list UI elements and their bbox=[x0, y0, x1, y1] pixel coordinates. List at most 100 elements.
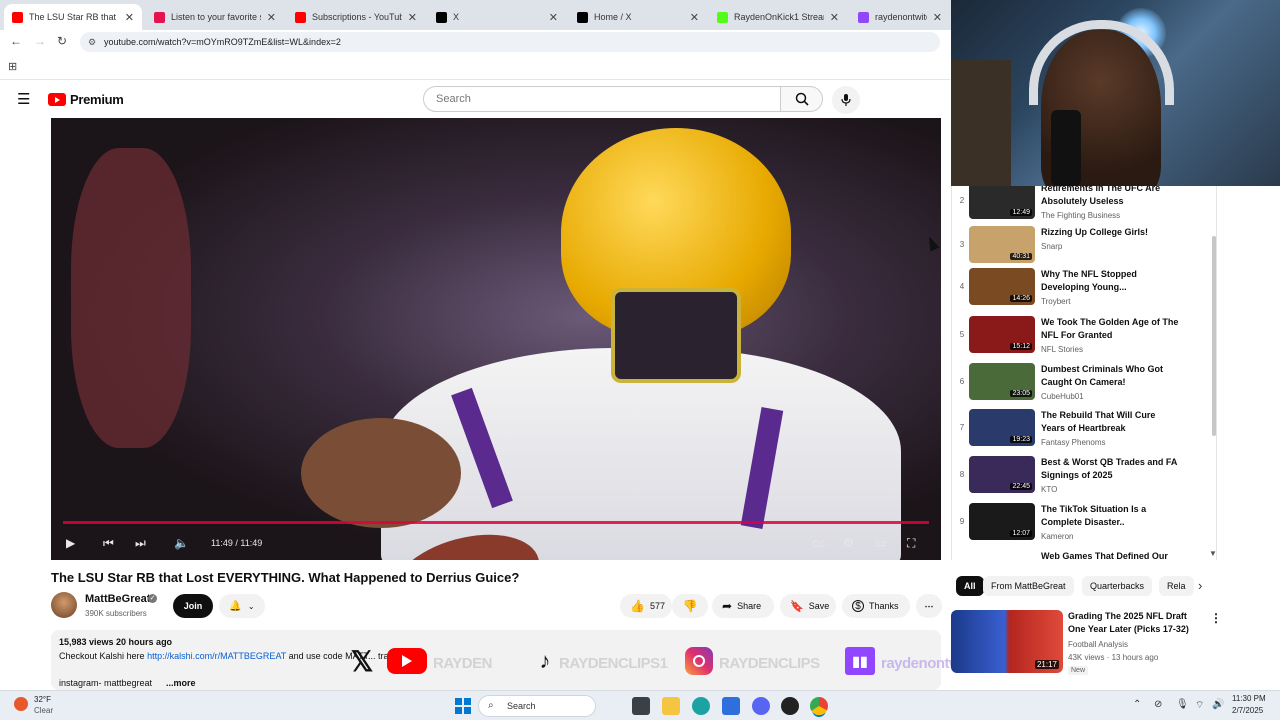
more-vertical-icon[interactable]: ⋮ bbox=[1210, 611, 1222, 625]
chevron-right-icon[interactable]: › bbox=[1198, 578, 1202, 593]
dislike-button[interactable]: 👎 bbox=[672, 594, 708, 618]
file-explorer-icon[interactable] bbox=[662, 697, 680, 715]
theater-mode-icon[interactable]: ▭ bbox=[875, 536, 886, 550]
browser-tab[interactable]: RaydenOnKick1 Stream - V ✕ bbox=[709, 4, 847, 30]
clock-time[interactable]: 11:30 PM bbox=[1232, 694, 1266, 703]
clock-date[interactable]: 2/7/2025 bbox=[1232, 706, 1263, 715]
apps-grid-icon[interactable]: ⊞ bbox=[8, 60, 17, 73]
close-tab-icon[interactable]: ✕ bbox=[408, 11, 417, 24]
share-button[interactable]: ➦ Share bbox=[712, 594, 774, 618]
playlist-item-title[interactable]: Web Games That Defined Our bbox=[1041, 550, 1181, 560]
playlist-item[interactable]: Web Games That Defined Our bbox=[952, 550, 1208, 560]
play-icon[interactable]: ▶ bbox=[66, 536, 75, 550]
playlist-scrollbar[interactable] bbox=[1212, 186, 1217, 560]
playlist-item-title[interactable]: Retirements In The UFC Are Absolutely Us… bbox=[1041, 186, 1181, 208]
playlist-item-thumbnail[interactable]: 15:12 bbox=[969, 316, 1035, 353]
windows-start-icon[interactable] bbox=[455, 698, 471, 714]
channel-name[interactable]: MattBeGreat bbox=[85, 593, 150, 605]
search-input[interactable]: Search bbox=[423, 86, 781, 112]
taskbar-search[interactable]: ⌕ Search bbox=[478, 695, 596, 717]
browser-tab[interactable]: X ✕ bbox=[428, 4, 566, 30]
video-progress-bar[interactable] bbox=[63, 521, 929, 524]
playlist-item-thumbnail[interactable]: 12:07 bbox=[969, 503, 1035, 540]
browser-tab[interactable]: Listen to your favorite son ✕ bbox=[146, 4, 284, 30]
camera-off-icon[interactable]: ⊘ bbox=[1154, 699, 1162, 710]
edge-icon[interactable] bbox=[692, 697, 710, 715]
filter-chip[interactable]: All bbox=[956, 576, 984, 596]
playlist-item[interactable]: 8 22:45 Best & Worst QB Trades and FA Sign… bbox=[952, 456, 1208, 502]
store-icon[interactable] bbox=[722, 697, 740, 715]
playlist-scrollbar-thumb[interactable] bbox=[1212, 236, 1216, 436]
playlist-item-title[interactable]: Dumbest Criminals Who Got Caught On Came… bbox=[1041, 363, 1181, 389]
playlist-item[interactable]: 2 12:49 Retirements In The UFC Are Absolut… bbox=[952, 186, 1208, 228]
next-icon[interactable]: ⏭ bbox=[135, 536, 146, 551]
forward-icon[interactable]: → bbox=[34, 34, 46, 48]
playlist-item-thumbnail[interactable]: 22:45 bbox=[969, 456, 1035, 493]
playlist-scroll-down-icon[interactable]: ▼ bbox=[1209, 549, 1217, 558]
recommendation-title[interactable]: Grading The 2025 NFL Draft One Year Late… bbox=[1068, 610, 1198, 636]
playlist-item-title[interactable]: The Rebuild That Will Cure Years of Hear… bbox=[1041, 409, 1181, 435]
chrome-icon[interactable] bbox=[810, 697, 828, 715]
playlist-item-thumbnail[interactable]: 23:05 bbox=[969, 363, 1035, 400]
playlist-item-thumbnail[interactable]: 12:49 bbox=[969, 186, 1035, 219]
browser-tab[interactable]: raydenontwitch2 - Tw ✕ bbox=[850, 4, 950, 30]
playlist-item-title[interactable]: We Took The Golden Age of The NFL For Gr… bbox=[1041, 316, 1181, 342]
weather-icon[interactable] bbox=[14, 697, 28, 711]
network-icon[interactable]: ⌔ bbox=[1195, 699, 1204, 712]
settings-gear-icon[interactable]: ⚙ bbox=[843, 536, 854, 550]
more-actions-button[interactable]: ⋯ bbox=[916, 594, 942, 618]
obs-icon[interactable] bbox=[781, 697, 799, 715]
playlist-item-title[interactable]: The TikTok Situation Is a Complete Disas… bbox=[1041, 503, 1181, 529]
recommendation-thumbnail[interactable]: 21:17 bbox=[951, 610, 1063, 673]
filter-chip[interactable]: Rela bbox=[1159, 576, 1194, 596]
description-link[interactable]: http://kalshi.com/r/MATTBEGREAT bbox=[147, 651, 286, 661]
menu-icon[interactable]: ☰ bbox=[17, 90, 30, 108]
close-tab-icon[interactable]: ✕ bbox=[549, 11, 558, 24]
video-player[interactable]: ▶ ⏮ ⏭ 🔈 11:49 / 11:49 CC ⚙ ▭ ⛶ bbox=[51, 118, 941, 560]
filter-chip[interactable]: Quarterbacks bbox=[1082, 576, 1153, 596]
close-tab-icon[interactable]: ✕ bbox=[267, 11, 276, 24]
back-icon[interactable]: ← bbox=[10, 34, 22, 48]
browser-tab[interactable]: Subscriptions - YouTube ✕ bbox=[287, 4, 425, 30]
notification-bell-button[interactable]: 🔔 ⌄ bbox=[219, 594, 265, 618]
captions-icon[interactable]: CC bbox=[809, 538, 828, 550]
playlist-item-thumbnail[interactable]: 19:23 bbox=[969, 409, 1035, 446]
playlist-item-title[interactable]: Rizzing Up College Girls! bbox=[1041, 226, 1181, 239]
playlist-item[interactable]: 7 19:23 The Rebuild That Will Cure Years o… bbox=[952, 409, 1208, 455]
search-button[interactable] bbox=[781, 86, 823, 112]
thanks-button[interactable]: $ Thanks bbox=[842, 594, 910, 618]
volume-icon[interactable]: 🔈 bbox=[174, 536, 189, 550]
playlist-item-title[interactable]: Why The NFL Stopped Developing Young... bbox=[1041, 268, 1181, 294]
reload-icon[interactable]: ↻ bbox=[57, 34, 67, 48]
playlist-item[interactable]: 3 40:31 Rizzing Up College Girls! Snarp bbox=[952, 226, 1208, 272]
previous-icon[interactable]: ⏮ bbox=[103, 536, 114, 551]
join-button[interactable]: Join bbox=[173, 594, 213, 618]
show-hidden-icons-icon[interactable]: ⌃ bbox=[1133, 699, 1141, 710]
playlist-item-thumbnail[interactable]: 14:26 bbox=[969, 268, 1035, 305]
address-bar[interactable]: ⚙ youtube.com/watch?v=mOYmRO9TZmE&list=W… bbox=[80, 32, 940, 52]
close-tab-icon[interactable]: ✕ bbox=[933, 11, 942, 24]
save-button[interactable]: 🔖 Save bbox=[780, 594, 836, 618]
weather-temperature[interactable]: 32°F bbox=[34, 695, 51, 704]
like-button[interactable]: 👍 577 bbox=[620, 594, 672, 618]
playlist-item-title[interactable]: Best & Worst QB Trades and FA Signings o… bbox=[1041, 456, 1181, 482]
task-view-icon[interactable] bbox=[632, 697, 650, 715]
fullscreen-icon[interactable]: ⛶ bbox=[907, 536, 915, 551]
playlist-item-thumbnail[interactable]: 40:31 bbox=[969, 226, 1035, 263]
browser-tab[interactable]: The LSU Star RB that Lost ✕ bbox=[4, 4, 142, 30]
voice-search-button[interactable] bbox=[832, 86, 860, 114]
close-tab-icon[interactable]: ✕ bbox=[125, 11, 134, 24]
channel-avatar[interactable] bbox=[51, 592, 77, 618]
browser-tab[interactable]: Home / X ✕ bbox=[569, 4, 707, 30]
site-info-icon[interactable]: ⚙ bbox=[88, 32, 96, 52]
close-tab-icon[interactable]: ✕ bbox=[690, 11, 699, 24]
microphone-tray-icon[interactable]: 🎙 bbox=[1176, 699, 1189, 710]
close-tab-icon[interactable]: ✕ bbox=[830, 11, 839, 24]
recommendation-channel[interactable]: Football Analysis bbox=[1068, 640, 1128, 649]
playlist-item[interactable]: 4 14:26 Why The NFL Stopped Developing You… bbox=[952, 268, 1208, 314]
discord-icon[interactable] bbox=[752, 697, 770, 715]
playlist-item[interactable]: 5 15:12 We Took The Golden Age of The NFL … bbox=[952, 316, 1208, 362]
playlist-item-thumbnail[interactable] bbox=[969, 550, 1035, 560]
description-more-link[interactable]: ...more bbox=[166, 678, 196, 688]
youtube-logo[interactable]: Premium bbox=[48, 92, 124, 107]
